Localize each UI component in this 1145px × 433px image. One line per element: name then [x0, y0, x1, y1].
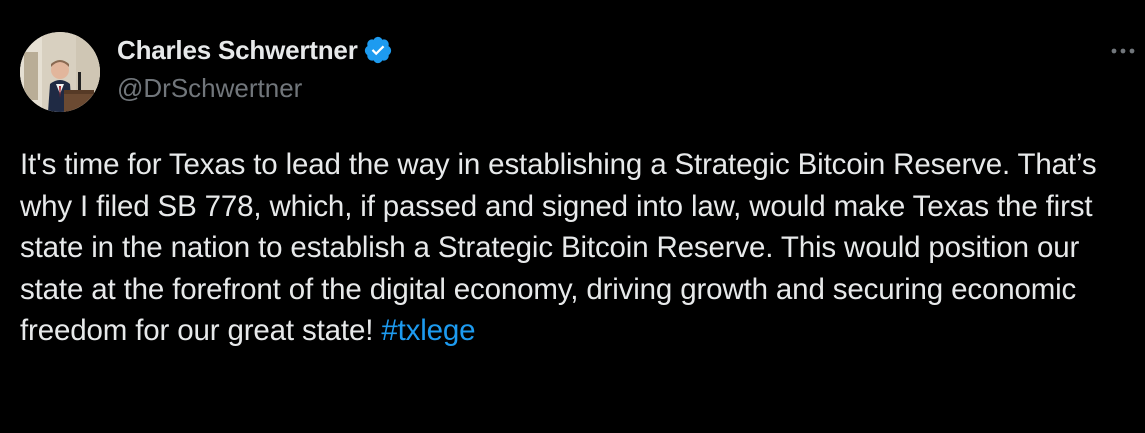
author-display-name[interactable]: Charles Schwertner: [117, 35, 358, 66]
avatar-photo: [20, 32, 100, 112]
tweet-card: Charles Schwertner @DrSchwertner It's ti…: [0, 0, 1145, 433]
avatar[interactable]: [20, 32, 100, 112]
name-row: Charles Schwertner: [117, 33, 393, 67]
author-info: Charles Schwertner @DrSchwertner: [117, 33, 393, 104]
tweet-text: It's time for Texas to lead the way in e…: [20, 144, 1130, 352]
verified-badge-icon[interactable]: [363, 35, 393, 65]
author-handle[interactable]: @DrSchwertner: [117, 73, 393, 104]
tweet-body: It's time for Texas to lead the way in e…: [20, 148, 1097, 347]
hashtag-link[interactable]: #txlege: [381, 314, 475, 347]
more-options-icon[interactable]: [1108, 36, 1138, 66]
